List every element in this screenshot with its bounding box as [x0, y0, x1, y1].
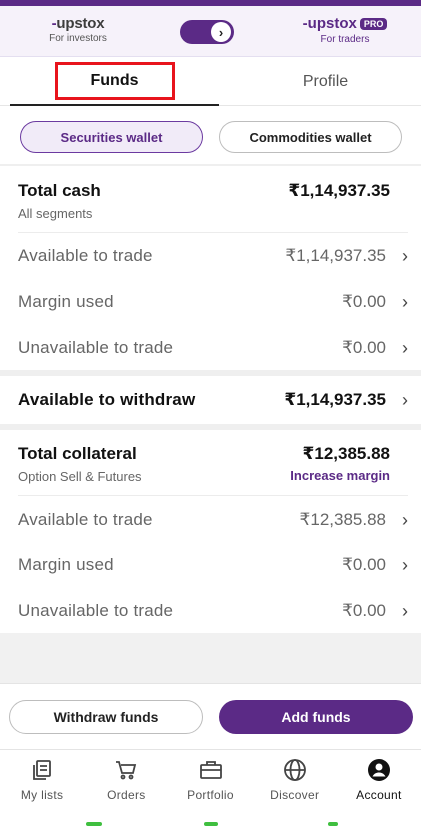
nav-discover[interactable]: Discover	[253, 750, 337, 809]
upstox-logo: -upstox	[51, 15, 105, 32]
row-value: ₹0.00	[342, 292, 386, 311]
chevron-right-icon: ›	[211, 22, 231, 42]
cash-margin-used-row[interactable]: Margin used ₹0.00 ›	[18, 290, 408, 314]
chevron-right-icon: ›	[402, 554, 408, 575]
action-bar: Withdraw funds Add funds	[0, 683, 421, 749]
chevron-right-icon: ›	[402, 291, 408, 312]
row-label: Available to trade	[18, 246, 153, 265]
chevron-right-icon: ›	[402, 600, 408, 621]
system-gesture-bar	[0, 809, 421, 826]
chevron-right-icon: ›	[402, 509, 408, 530]
app-switcher: -upstox For investors › -upstox PRO For …	[0, 6, 421, 57]
indicator-dot	[86, 822, 102, 826]
nav-account[interactable]: Account	[337, 750, 421, 809]
withdraw-label: Available to withdraw	[18, 390, 196, 409]
collateral-available-to-trade-row[interactable]: Available to trade ₹12,385.88 ›	[18, 508, 408, 532]
withdraw-value: ₹1,14,937.35	[284, 390, 386, 409]
row-label: Available to trade	[18, 510, 153, 529]
upstox-investors-brand[interactable]: -upstox For investors	[30, 15, 126, 44]
row-value: ₹0.00	[342, 555, 386, 574]
available-to-withdraw-row[interactable]: Available to withdraw ₹1,14,937.35 ›	[18, 388, 408, 412]
collateral-margin-used-row[interactable]: Margin used ₹0.00 ›	[18, 553, 408, 577]
row-value: ₹1,14,937.35	[285, 246, 386, 265]
nav-label: Portfolio	[187, 788, 234, 802]
divider	[18, 232, 408, 233]
discover-globe-icon	[283, 759, 306, 781]
total-cash-subtitle: All segments	[18, 206, 93, 221]
nav-portfolio[interactable]: Portfolio	[168, 750, 252, 809]
tab-profile[interactable]: Profile	[230, 57, 421, 106]
divider	[0, 164, 421, 166]
row-label: Unavailable to trade	[18, 338, 174, 357]
app-mode-toggle[interactable]: ›	[180, 20, 234, 44]
total-cash-amount: ₹1,14,937.35	[288, 181, 390, 200]
divider	[18, 495, 408, 496]
row-label: Unavailable to trade	[18, 601, 174, 620]
upstox-pro-brand[interactable]: -upstox PRO For traders	[290, 15, 400, 45]
chevron-right-icon: ›	[402, 245, 408, 266]
empty-area	[0, 633, 421, 683]
chevron-right-icon: ›	[402, 337, 408, 358]
total-cash-header: Total cash All segments ₹1,14,937.35	[18, 181, 390, 221]
add-funds-button[interactable]: Add funds	[219, 700, 413, 734]
account-icon	[367, 759, 390, 781]
cash-unavailable-to-trade-row[interactable]: Unavailable to trade ₹0.00 ›	[18, 336, 408, 360]
portfolio-briefcase-icon	[199, 761, 222, 779]
increase-margin-link[interactable]: Increase margin	[290, 468, 390, 483]
row-label: Margin used	[18, 292, 114, 311]
nav-orders[interactable]: Orders	[84, 750, 168, 809]
withdraw-funds-button[interactable]: Withdraw funds	[9, 700, 203, 734]
indicator-dot	[328, 822, 338, 826]
nav-label: Discover	[270, 788, 320, 802]
cash-available-to-trade-row[interactable]: Available to trade ₹1,14,937.35 ›	[18, 244, 408, 268]
commodities-wallet-button[interactable]: Commodities wallet	[219, 121, 402, 153]
row-label: Margin used	[18, 555, 114, 574]
nav-label: Account	[356, 788, 402, 802]
row-value: ₹0.00	[342, 601, 386, 620]
row-value: ₹12,385.88	[299, 510, 386, 529]
indicator-dot	[204, 822, 218, 826]
tab-funds[interactable]: Funds	[10, 57, 219, 106]
section-divider	[0, 424, 421, 430]
upstox-pro-logo: -upstox PRO	[303, 15, 388, 32]
row-value: ₹0.00	[342, 338, 386, 357]
chevron-right-icon: ›	[402, 389, 408, 410]
investors-subtitle: For investors	[49, 33, 107, 44]
nav-label: Orders	[107, 788, 146, 802]
total-collateral-header: Total collateral Option Sell & Futures ₹…	[18, 444, 390, 484]
collateral-unavailable-to-trade-row[interactable]: Unavailable to trade ₹0.00 ›	[18, 599, 408, 623]
section-divider	[0, 370, 421, 376]
bottom-navigation: My lists Orders Portfolio Discover Accou…	[0, 749, 421, 809]
traders-subtitle: For traders	[320, 34, 370, 45]
tab-funds-label: Funds	[54, 61, 175, 100]
orders-cart-icon	[116, 761, 137, 780]
my-lists-icon	[33, 760, 51, 780]
securities-wallet-button[interactable]: Securities wallet	[20, 121, 203, 153]
total-collateral-amount: ₹12,385.88	[302, 444, 390, 463]
pro-badge: PRO	[359, 17, 388, 30]
nav-my-lists[interactable]: My lists	[0, 750, 84, 809]
nav-label: My lists	[20, 788, 64, 802]
tab-bar: Funds Profile	[0, 57, 421, 106]
